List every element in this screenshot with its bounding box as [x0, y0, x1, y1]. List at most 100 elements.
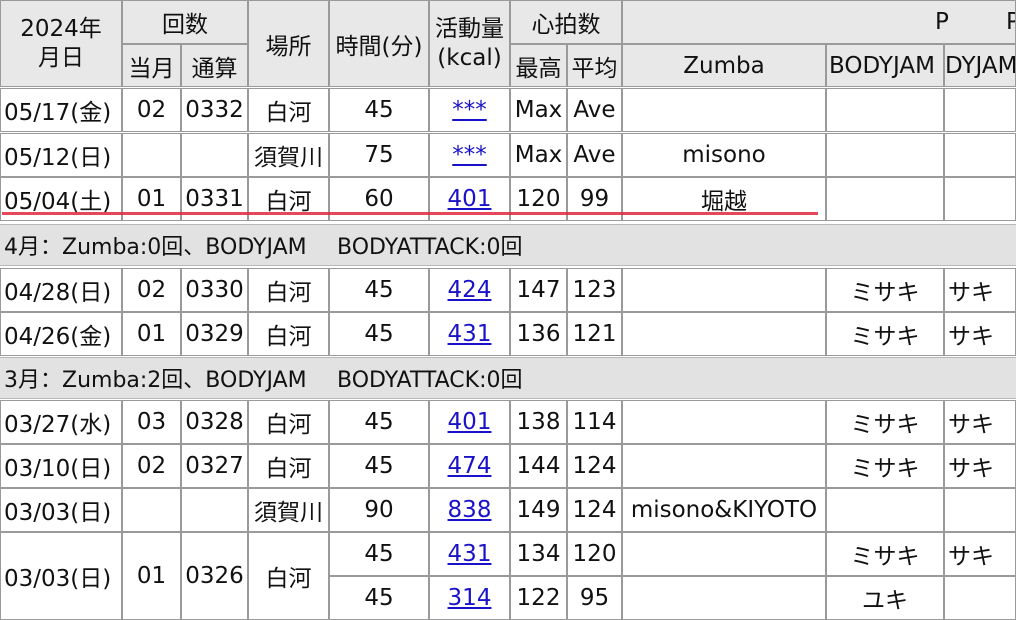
cell-text: ミサキ — [850, 324, 920, 350]
cell-text: 03/27(水) — [4, 412, 112, 438]
exercise-log-table: 2024年 月日 回数 当月 通算 場所 時間(分) 活動量 (kcal) 心拍… — [0, 0, 1016, 620]
cell-ba — [944, 488, 1016, 532]
kcal-link[interactable]: 401 — [448, 409, 492, 435]
cell-max: Max — [510, 88, 567, 132]
cell-total: 0326 — [181, 532, 248, 620]
header-activity-line2: (kcal) — [437, 44, 502, 71]
cell-ba: サキ — [944, 400, 1016, 444]
kcal-link[interactable]: *** — [452, 97, 487, 123]
kcal-link[interactable]: 424 — [448, 277, 492, 303]
summary-march: 3月：Zumba:2回、BODYJAM BODYATTACK:0回 — [0, 357, 1016, 399]
red-underline-mark — [2, 212, 818, 215]
cell-ba — [944, 576, 1016, 620]
cell-text: 01 — [136, 186, 167, 212]
cell-kcal[interactable]: 431 — [429, 312, 510, 356]
cell-bj — [826, 177, 944, 221]
cell-month: 02 — [122, 88, 181, 132]
header-bodyattack: DYJAM — [944, 44, 1016, 87]
cell-text: 0327 — [185, 453, 244, 479]
header-year-date: 2024年 月日 — [0, 0, 122, 87]
cell-max: 122 — [510, 576, 567, 620]
cell-kcal[interactable]: 401 — [429, 400, 510, 444]
cell-ba: サキ — [944, 532, 1016, 576]
header-monthday: 月日 — [38, 44, 84, 71]
kcal-link[interactable]: 401 — [448, 186, 492, 212]
cell-bj: ミサキ — [826, 400, 944, 444]
cell-zumba — [622, 576, 826, 620]
cell-text: 45 — [364, 541, 394, 567]
cell-max: 136 — [510, 312, 567, 356]
cell-text: 0332 — [185, 97, 244, 123]
header-count-month: 当月 — [122, 44, 181, 87]
cell-text: Ave — [573, 97, 616, 123]
cell-kcal[interactable]: *** — [429, 133, 510, 177]
kcal-link[interactable]: 314 — [448, 585, 492, 611]
cell-text: 124 — [572, 453, 617, 479]
cell-text: 04/28(日) — [4, 280, 112, 306]
cell-max: Max — [510, 133, 567, 177]
cell-text: 121 — [572, 321, 617, 347]
cell-avg: 124 — [567, 444, 622, 488]
cell-place: 白河 — [248, 400, 329, 444]
cell-time: 75 — [329, 133, 429, 177]
cell-kcal[interactable]: 838 — [429, 488, 510, 532]
cell-total: 0330 — [181, 268, 248, 312]
summary-march-text-b: BODYATTACK:0回 — [337, 368, 523, 393]
cell-text: 45 — [364, 277, 394, 303]
header-count-total: 通算 — [181, 44, 248, 87]
cell-text: 0328 — [185, 409, 244, 435]
cell-max: 144 — [510, 444, 567, 488]
cell-kcal[interactable]: 314 — [429, 576, 510, 620]
kcal-link[interactable]: 431 — [448, 541, 492, 567]
cell-text: Ave — [573, 142, 616, 168]
cell-total: 0332 — [181, 88, 248, 132]
cell-bj — [826, 133, 944, 177]
cell-text: misono&KIYOTO — [630, 497, 818, 523]
cell-zumba — [622, 400, 826, 444]
kcal-link[interactable]: 474 — [448, 453, 492, 479]
cell-kcal[interactable]: 474 — [429, 444, 510, 488]
cell-ba: サキ — [944, 444, 1016, 488]
cell-text: Max — [514, 97, 563, 123]
cell-text: 03/03(日) — [4, 500, 112, 526]
cell-kcal[interactable]: 424 — [429, 268, 510, 312]
cell-text: ミサキ — [850, 412, 920, 438]
cell-kcal[interactable]: *** — [429, 88, 510, 132]
header-bodyjam: BODYJAM — [826, 44, 944, 87]
cell-total — [181, 488, 248, 532]
cell-kcal[interactable]: 431 — [429, 532, 510, 576]
cell-date: 03/10(日) — [0, 444, 122, 488]
cell-text: Max — [514, 142, 563, 168]
cell-date: 03/03(日) — [0, 488, 122, 532]
cell-month — [122, 488, 181, 532]
cell-place: 須賀川 — [248, 488, 329, 532]
cell-text: 134 — [516, 541, 561, 567]
cell-text: 45 — [364, 453, 394, 479]
cell-place: 白河 — [248, 444, 329, 488]
cell-text: 147 — [516, 277, 561, 303]
cell-zumba — [622, 532, 826, 576]
kcal-link[interactable]: *** — [452, 142, 487, 168]
header-heart-max: 最高 — [510, 44, 567, 87]
cell-date: 03/03(日) — [0, 532, 122, 620]
cell-text: 01 — [136, 563, 167, 589]
cell-max: 147 — [510, 268, 567, 312]
cell-text: 02 — [136, 97, 167, 123]
cell-avg: 123 — [567, 268, 622, 312]
header-programs: P P — [622, 0, 1016, 44]
cell-text: サキ — [948, 456, 994, 482]
cell-text: 75 — [364, 142, 394, 168]
header-heart-avg: 平均 — [567, 44, 622, 87]
cell-text: 138 — [516, 409, 561, 435]
kcal-link[interactable]: 838 — [448, 497, 492, 523]
cell-bj: ユキ — [826, 576, 944, 620]
cell-text: 0330 — [185, 277, 244, 303]
cell-text: サキ — [948, 412, 994, 438]
cell-text: 須賀川 — [254, 500, 323, 526]
cell-text: 白河 — [265, 566, 312, 592]
cell-month: 02 — [122, 444, 181, 488]
cell-text: 90 — [364, 497, 394, 523]
kcal-link[interactable]: 431 — [448, 321, 492, 347]
cell-bj: ミサキ — [826, 532, 944, 576]
header-place: 場所 — [248, 0, 329, 87]
